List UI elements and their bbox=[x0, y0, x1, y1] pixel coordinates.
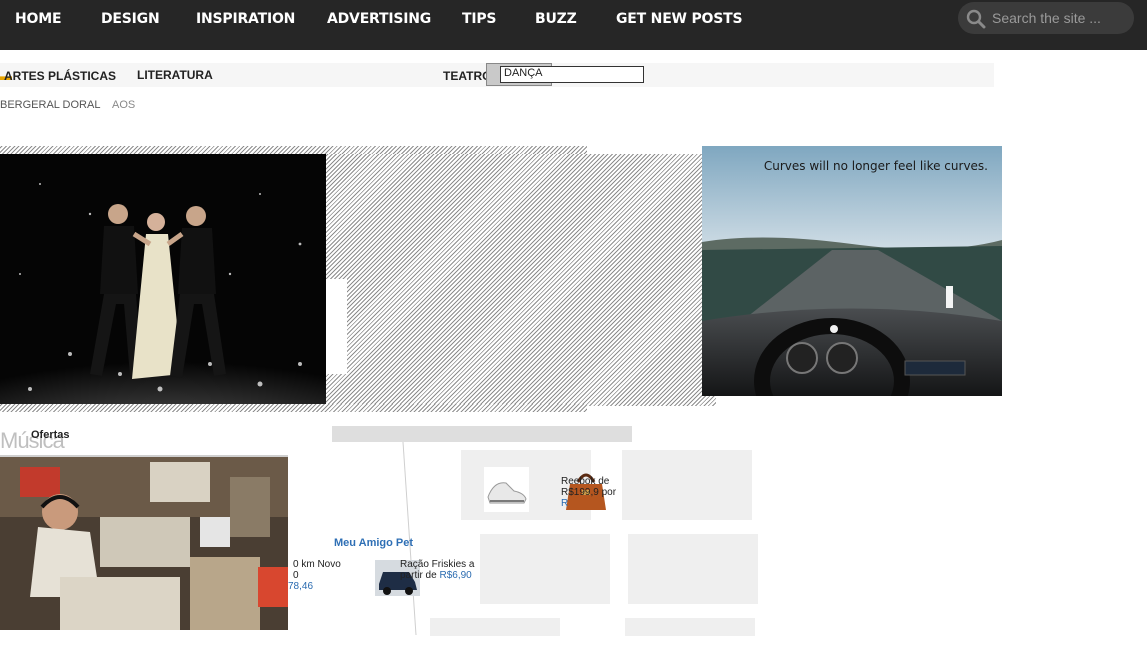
ad-caption: Curves will no longer feel like curves. bbox=[763, 159, 988, 173]
search-input[interactable] bbox=[990, 6, 1130, 30]
category-literatura[interactable]: LITERATURA bbox=[137, 68, 213, 82]
white-overlay-box bbox=[326, 279, 347, 374]
nav-home[interactable]: HOME bbox=[15, 11, 62, 27]
car-offer[interactable]: 0 km Novo 0 78,46 bbox=[288, 559, 341, 592]
car-advertisement[interactable]: Curves will no longer feel like curves. bbox=[702, 146, 1002, 396]
nav-tips[interactable]: TIPS bbox=[462, 11, 497, 27]
category-artes-plasticas[interactable]: ARTES PLÁSTICAS bbox=[4, 69, 116, 83]
product-card-6[interactable] bbox=[625, 618, 755, 636]
product-card-2[interactable] bbox=[622, 450, 752, 520]
search-icon bbox=[966, 9, 986, 29]
musician-illustration bbox=[0, 457, 288, 630]
product-card-3[interactable] bbox=[480, 534, 610, 604]
musician-photo[interactable] bbox=[0, 455, 288, 630]
top-navigation: HOME DESIGN INSPIRATION ADVERTISING TIPS… bbox=[0, 0, 1147, 50]
category-danca: DANÇA bbox=[504, 67, 543, 79]
search-box[interactable] bbox=[958, 2, 1134, 34]
reebok-price: R bbox=[561, 498, 569, 509]
hatch-top-strip bbox=[0, 146, 587, 154]
racao-price: R$6,90 bbox=[439, 570, 472, 581]
dance-photo[interactable] bbox=[0, 154, 326, 404]
car-ad-illustration bbox=[702, 146, 1002, 396]
reebok-line-1: Reebok de bbox=[561, 476, 610, 487]
offers-heading: Ofertas bbox=[31, 429, 70, 441]
hatch-bottom-strip bbox=[0, 404, 587, 412]
racao-line-2: partir de bbox=[400, 570, 437, 581]
nav-buzz[interactable]: BUZZ bbox=[535, 11, 577, 27]
nav-advertising[interactable]: ADVERTISING bbox=[327, 11, 431, 27]
product-card-5[interactable] bbox=[430, 618, 560, 636]
racao-offer[interactable]: Ração Friskies a partir de R$6,90 bbox=[400, 559, 474, 581]
reebok-offer[interactable]: Reebok de R$199,9 por R bbox=[561, 476, 616, 509]
loading-bar bbox=[332, 426, 632, 442]
sub-category-line[interactable]: BERGERAL DORAL bbox=[0, 99, 100, 111]
sub-category-extra: AOS bbox=[112, 99, 136, 111]
product-card-4[interactable] bbox=[628, 534, 758, 604]
car-line-2: 0 bbox=[293, 570, 299, 581]
sneaker-thumbnail[interactable] bbox=[484, 467, 529, 512]
nav-inspiration[interactable]: INSPIRATION bbox=[196, 11, 295, 27]
nav-design[interactable]: DESIGN bbox=[101, 11, 160, 27]
dance-illustration bbox=[0, 154, 326, 404]
hatch-main-area bbox=[326, 154, 716, 406]
car-price: 78,46 bbox=[288, 581, 314, 592]
meu-amigo-pet-link[interactable]: Meu Amigo Pet bbox=[334, 537, 413, 549]
sneaker-icon bbox=[487, 482, 527, 504]
nav-get-new-posts[interactable]: GET NEW POSTS bbox=[616, 11, 743, 27]
reebok-line-2: R$199,9 por bbox=[561, 487, 617, 498]
category-danca-field[interactable]: DANÇA bbox=[500, 66, 644, 83]
racao-line-1: Ração Friskies a bbox=[400, 559, 475, 570]
car-line-1: 0 km Novo bbox=[293, 559, 341, 570]
